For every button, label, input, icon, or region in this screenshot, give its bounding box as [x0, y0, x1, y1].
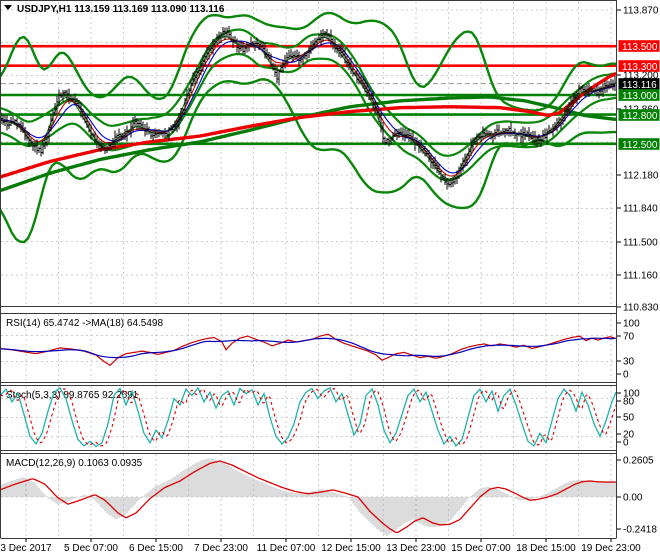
rsi-axis-label: 70 — [623, 332, 635, 343]
time-axis-label: 6 Dec 15:00 — [129, 543, 183, 554]
svg-text:113.300: 113.300 — [622, 62, 658, 73]
time-axis-label: 18 Dec 15:00 — [516, 543, 576, 554]
rsi-axis-label: 100 — [623, 319, 640, 330]
time-axis-label: 11 Dec 07:00 — [257, 543, 316, 554]
svg-text:113.000: 113.000 — [622, 91, 658, 102]
price-level-badge: 112.500 — [618, 138, 660, 151]
chart-dropdown-icon[interactable] — [4, 5, 12, 10]
rsi-indicator-label: RSI(14) 65.4742 ->MA(18) 64.5498 — [6, 318, 163, 329]
rsi-panel — [1, 333, 616, 367]
rsi-axis-label: 0 — [623, 370, 629, 381]
time-axis-label: 5 Dec 07:00 — [64, 543, 118, 554]
rsi-axis-label: 30 — [623, 357, 635, 368]
macd-axis-label: 0.00 — [623, 493, 643, 504]
stochastic-indicator-label: Stoch(5,3,3) 89.8765 92.2691 — [6, 390, 139, 401]
price-axis-label: 111.500 — [623, 238, 658, 249]
stoch-axis-label: 80 — [623, 397, 635, 408]
time-axis-label: 7 Dec 23:00 — [194, 543, 248, 554]
time-axis-label: 3 Dec 2017 — [0, 543, 52, 554]
price-level-badge: 113.500 — [618, 40, 660, 53]
macd-indicator-label: MACD(12,26,9) 0.1063 0.0935 — [6, 458, 143, 469]
time-axis-label: 12 Dec 15:00 — [321, 543, 381, 554]
svg-text:112.800: 112.800 — [622, 111, 658, 122]
main-price-panel — [1, 11, 616, 244]
macd-axis-label: 0.2605 — [623, 456, 654, 467]
gridlines — [1, 2, 616, 537]
price-level-badge: 113.000 — [618, 89, 660, 102]
price-level-badge: 113.300 — [618, 60, 660, 73]
time-axis-label: 13 Dec 23:00 — [386, 543, 446, 554]
price-axis-label: 110.830 — [623, 303, 659, 314]
price-axis-label: 112.180 — [623, 171, 659, 182]
time-axis-label: 15 Dec 07:00 — [451, 543, 511, 554]
svg-text:113.116: 113.116 — [622, 80, 657, 91]
chart-title: USDJPY,H1 113.159 113.169 113.090 113.11… — [17, 4, 225, 15]
chart-canvas[interactable]: RSI(14) 65.4742 ->MA(18) 64.5498 Stoch(5… — [0, 0, 660, 560]
price-axis-label: 113.870 — [623, 6, 659, 17]
price-level-badge: 113.116 — [618, 78, 660, 91]
time-axis-label: 19 Dec 23:00 — [581, 543, 641, 554]
mt4-chart-window: RSI(14) 65.4742 ->MA(18) 64.5498 Stoch(5… — [0, 0, 660, 560]
price-level-badge: 112.800 — [618, 109, 660, 122]
svg-text:113.500: 113.500 — [622, 42, 658, 53]
svg-text:112.500: 112.500 — [622, 140, 658, 151]
stoch-axis-label: 0 — [623, 438, 629, 449]
macd-axis-label: -0.2418 — [623, 525, 657, 536]
price-axis-label: 111.160 — [623, 271, 658, 282]
price-axis-label: 111.840 — [623, 204, 658, 215]
stoch-axis-label: 50 — [623, 413, 635, 424]
